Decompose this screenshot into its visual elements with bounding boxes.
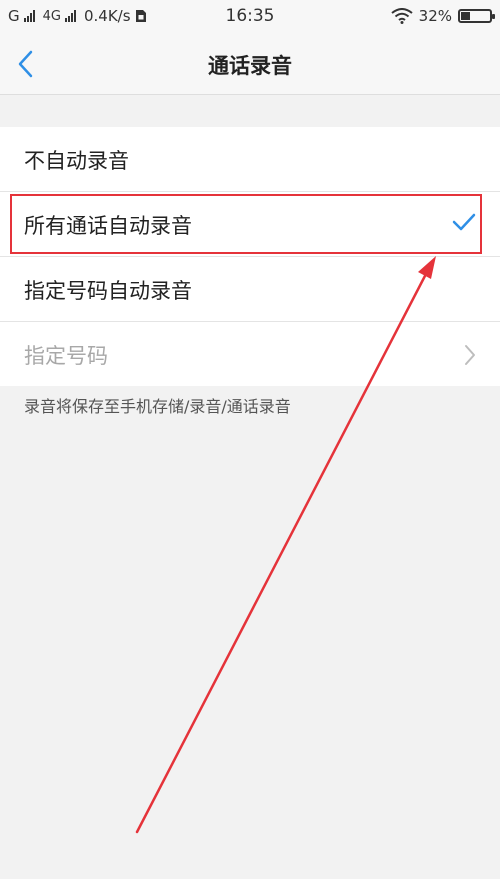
- option-specified-numbers-auto-record[interactable]: 指定号码自动录音: [0, 257, 500, 322]
- page-title: 通话录音: [208, 54, 292, 78]
- battery-icon: [458, 9, 495, 23]
- recording-options-list: 不自动录音 所有通话自动录音 指定号码自动录音 指定号码: [0, 127, 500, 386]
- chevron-right-icon: [465, 345, 475, 365]
- option-no-auto-record[interactable]: 不自动录音: [0, 127, 500, 192]
- nav-bar: 通话录音: [0, 34, 500, 95]
- option-specified-numbers[interactable]: 指定号码: [0, 322, 500, 386]
- option-label: 指定号码自动录音: [24, 279, 192, 303]
- storage-note: 录音将保存至手机存储/录音/通话录音: [24, 397, 291, 416]
- wifi-icon: [391, 8, 413, 24]
- option-label: 指定号码: [24, 344, 108, 368]
- status-bar: G 4G 0.4K/s 16:35 32%: [0, 0, 500, 34]
- status-right: 32%: [391, 7, 495, 25]
- checkmark-icon: [452, 213, 476, 231]
- battery-percent: 32%: [418, 7, 452, 25]
- option-all-calls-auto-record[interactable]: 所有通话自动录音: [0, 192, 500, 257]
- option-label: 所有通话自动录音: [24, 214, 192, 238]
- option-label: 不自动录音: [24, 149, 129, 173]
